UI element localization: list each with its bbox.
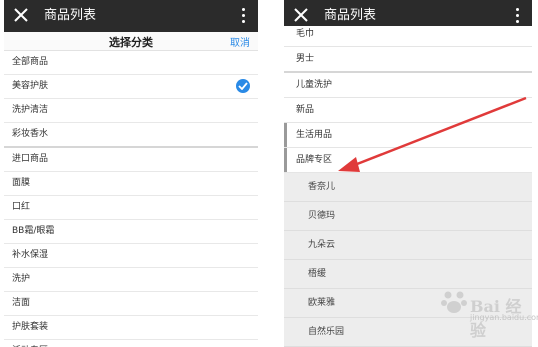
category-list: 全部商品美容护肤洗护清洁彩妆香水进口商品面膜口红 BB霜/眼霜 补水保湿洗护洁面护肤… [4, 51, 258, 347]
brand-item[interactable]: 九朵云 [284, 231, 532, 260]
category-item-label: 美容护肤 [12, 81, 49, 91]
category-item[interactable]: 生活用品 [284, 123, 532, 148]
category-item-label: 面膜 [12, 178, 31, 188]
left-top-bar: 商品列表 [4, 0, 258, 32]
category-item-label: 补水保湿 [12, 250, 49, 260]
category-item[interactable]: 美容护肤 [4, 75, 258, 99]
close-icon[interactable] [292, 6, 310, 24]
category-item[interactable]: 面膜 [4, 172, 258, 196]
cancel-button[interactable]: 取消 [230, 34, 250, 49]
page-title: 商品列表 [44, 8, 97, 23]
category-item[interactable]: 进口商品 [4, 148, 258, 172]
category-item-label: 彩妆香水 [12, 129, 49, 139]
more-menu-icon[interactable] [516, 8, 520, 24]
checkmark-icon [236, 79, 250, 93]
category-item-label: 护肤套装 [12, 322, 49, 332]
watermark-url: jingyan.baidu.com [470, 313, 538, 322]
category-item[interactable]: 儿童洗护 [284, 73, 532, 98]
category-item-label: 进口商品 [12, 154, 49, 164]
category-item-label: 口红 [12, 202, 31, 212]
category-picker-title: 选择分类 [109, 36, 153, 49]
category-item[interactable]: 补水保湿 [4, 244, 258, 268]
left-phone-screen: 商品列表 选择分类 取消 全部商品美容护肤洗护清洁彩妆香水进口商品面膜口红 BB霜… [4, 0, 258, 347]
category-item[interactable]: 护肤套装 [4, 316, 258, 340]
category-item-label: BB霜/眼霜 [12, 226, 55, 236]
more-menu-icon[interactable] [242, 8, 246, 24]
brand-item[interactable]: 香奈儿 [284, 173, 532, 202]
category-item-label: 全部商品 [12, 57, 49, 67]
baidu-jingyan-watermark: Bai 经验 jingyan.baidu.com [440, 283, 538, 340]
paw-logo-icon [441, 291, 467, 313]
category-item[interactable]: 活动专区 [4, 340, 258, 347]
category-item[interactable]: 新品 [284, 98, 532, 123]
category-item[interactable]: 全部商品 [4, 51, 258, 75]
close-icon[interactable] [12, 6, 30, 24]
category-item[interactable]: 彩妆香水 [4, 123, 258, 148]
category-item[interactable]: 洗护 [4, 268, 258, 292]
category-item[interactable]: 男士 [284, 47, 532, 73]
category-item[interactable]: 毛巾 [284, 26, 532, 47]
category-item[interactable]: 洗护清洁 [4, 99, 258, 123]
category-item-label: 洁面 [12, 298, 31, 308]
category-picker-header: 选择分类 取消 [4, 32, 258, 51]
category-item-label: 洗护 [12, 274, 31, 284]
category-item[interactable]: 洁面 [4, 292, 258, 316]
brand-item[interactable]: 贝德玛 [284, 202, 532, 231]
category-item-label: 洗护清洁 [12, 105, 49, 115]
category-item[interactable]: 品牌专区 [284, 148, 532, 173]
category-item[interactable]: 口红 [4, 196, 258, 220]
category-item[interactable]: BB霜/眼霜 [4, 220, 258, 244]
